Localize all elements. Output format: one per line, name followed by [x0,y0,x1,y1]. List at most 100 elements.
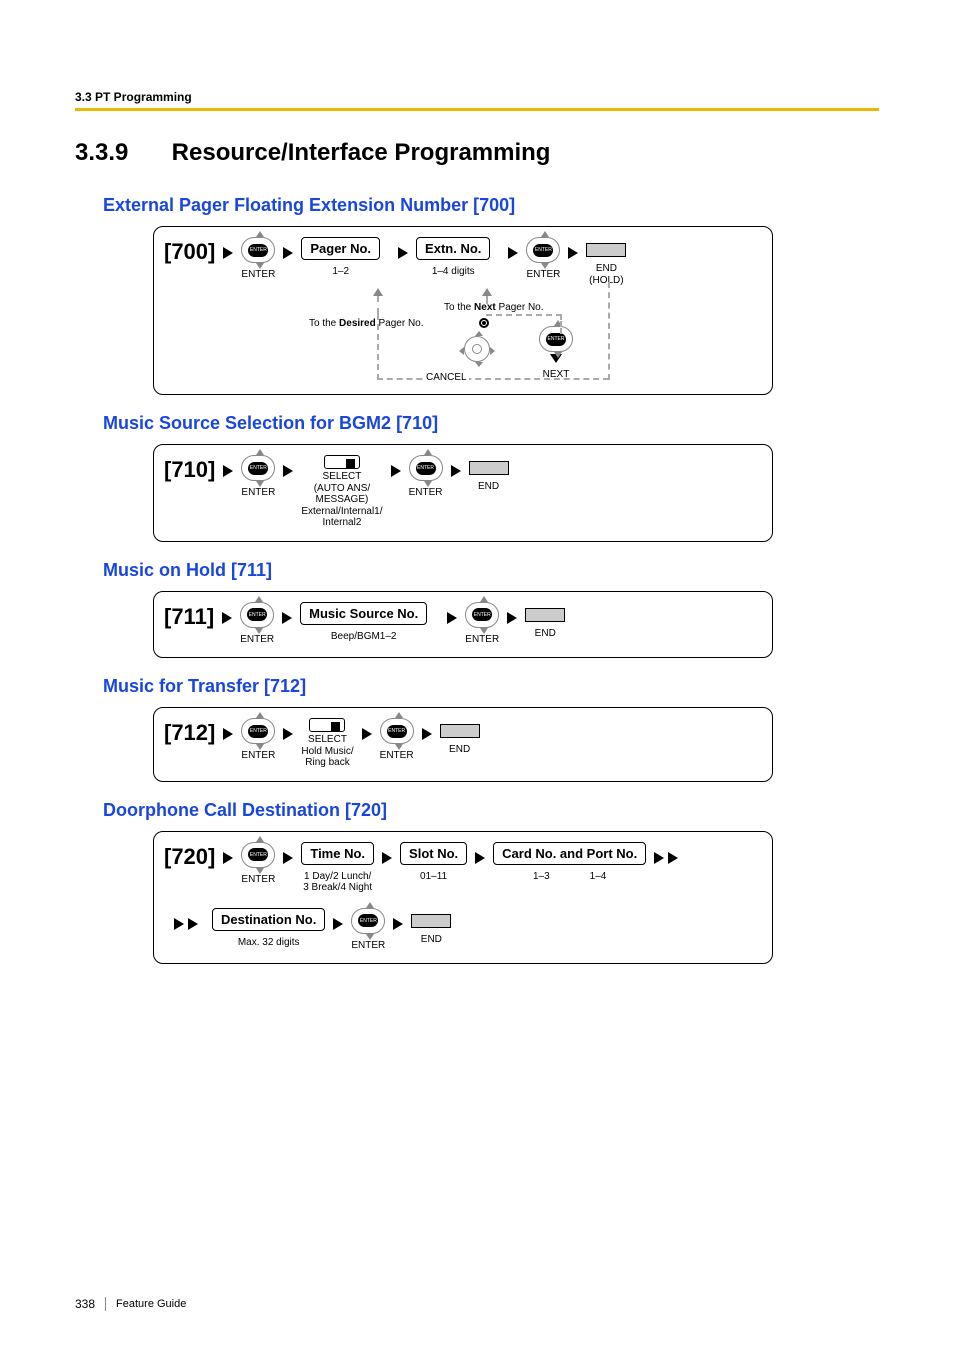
select-options: External/Internal1/ Internal2 [301,506,382,529]
enter-button-icon: ENTER [465,602,499,628]
enter-label: ENTER [241,874,275,886]
enter-button-icon: ENTER [240,602,274,628]
enter-label: ENTER [409,487,443,499]
enter-label: ENTER [351,940,385,952]
arrow-icon [223,728,233,740]
end-box [440,724,480,738]
item-title-710[interactable]: Music Source Selection for BGM2 [710] [103,413,879,434]
arrow-icon [398,247,408,259]
enter-label: ENTER [380,750,414,762]
diagram-710: [710] ENTER ENTER SELECT (AUTO ANS/ MESS… [153,444,773,542]
time-no-sub: 1 Day/2 Lunch/ 3 Break/4 Night [303,871,372,894]
arrow-icon [668,852,678,864]
arrow-icon [451,465,461,477]
enter-label: ENTER [240,634,274,646]
select-options: Hold Music/ Ring back [301,746,353,769]
music-source-sub: Beep/BGM1–2 [331,631,397,643]
select-key-icon [309,718,345,732]
arrow-icon [362,728,372,740]
diagram-720: [720] ENTER ENTER Time No. 1 Day/2 Lunch… [153,831,773,965]
enter-button-icon: ENTER [241,237,275,263]
enter-button-icon: ENTER [351,908,385,934]
dest-no-sub: Max. 32 digits [238,937,300,949]
end-label: END [449,744,470,756]
code-711: [711] [164,604,214,630]
enter-button-icon: ENTER [241,842,275,868]
select-label: SELECT [308,734,347,746]
arrow-icon [283,247,293,259]
enter-label: ENTER [241,269,275,281]
jog-dot-icon [479,318,489,328]
arrow-icon [333,918,343,930]
cancel-label: CANCEL [424,372,469,383]
footer-separator [105,1297,106,1311]
enter-label: ENTER [526,269,560,281]
item-title-712[interactable]: Music for Transfer [712] [103,676,879,697]
card-sub-b: 1–4 [590,871,607,883]
select-mid: (AUTO ANS/ MESSAGE) [314,483,371,506]
slot-no-sub: 01–11 [420,871,447,883]
arrow-icon [188,918,198,930]
section-heading: 3.3.9 Resource/Interface Programming [75,139,879,167]
pager-no-sub: 1–2 [332,266,349,278]
enter-button-icon: ENTER [526,237,560,263]
note-next-pager: To the Next Pager No. [444,302,544,313]
arrow-icon [382,852,392,864]
section-number: 3.3.9 [75,139,165,167]
arrow-icon [222,612,232,624]
slot-no-box: Slot No. [400,842,467,865]
header-breadcrumb: 3.3 PT Programming [75,90,879,104]
arrow-icon [223,852,233,864]
arrow-icon [654,852,664,864]
enter-button-icon: ENTER [241,455,275,481]
select-key-icon [324,455,360,469]
page-footer: 338 Feature Guide [75,1297,186,1311]
page: 3.3 PT Programming 3.3.9 Resource/Interf… [0,0,954,1351]
music-source-box: Music Source No. [300,602,427,625]
note-desired-pager: To the Desired Pager No. [309,318,424,329]
page-number: 338 [75,1297,95,1311]
code-712: [712] [164,720,215,746]
end-label: END [478,481,499,493]
arrow-icon [475,852,485,864]
item-title-720[interactable]: Doorphone Call Destination [720] [103,800,879,821]
arrow-icon [447,612,457,624]
arrow-icon [283,465,293,477]
item-title-700[interactable]: External Pager Floating Extension Number… [103,195,879,216]
diagram-711: [711] ENTER ENTER Music Source No. Beep/… [153,591,773,659]
arrow-icon [282,612,292,624]
arrow-icon [174,918,184,930]
arrow-icon [223,247,233,259]
card-port-box: Card No. and Port No. [493,842,646,865]
pager-no-box: Pager No. [301,237,380,260]
select-label: SELECT [322,471,361,483]
enter-button-icon: ENTER [409,455,443,481]
enter-button-icon: ENTER [380,718,414,744]
end-label: END [421,934,442,946]
arrow-icon [391,465,401,477]
arrow-icon [223,465,233,477]
enter-button-icon: ENTER [241,718,275,744]
arrow-icon [568,247,578,259]
code-720: [720] [164,844,215,870]
end-box [525,608,565,622]
arrow-icon [422,728,432,740]
end-label: END (HOLD) [589,263,623,286]
arrow-icon [283,728,293,740]
end-box [469,461,509,475]
section-title: Resource/Interface Programming [172,139,551,166]
enter-label: ENTER [241,750,275,762]
arrow-icon [508,247,518,259]
time-no-box: Time No. [301,842,374,865]
item-title-711[interactable]: Music on Hold [711] [103,560,879,581]
extn-no-sub: 1–4 digits [432,266,475,278]
arrow-icon [507,612,517,624]
end-box [586,243,626,257]
diagram-712: [712] ENTER ENTER SELECT Hold Music/ Rin… [153,707,773,782]
code-710: [710] [164,457,215,483]
end-label: END [535,628,556,640]
diagram-700: [700] ENTER ENTER Pager No. 1–2 Extn. No… [153,226,773,395]
arrow-icon [393,918,403,930]
card-sub-a: 1–3 [533,871,550,883]
book-title: Feature Guide [116,1298,186,1310]
